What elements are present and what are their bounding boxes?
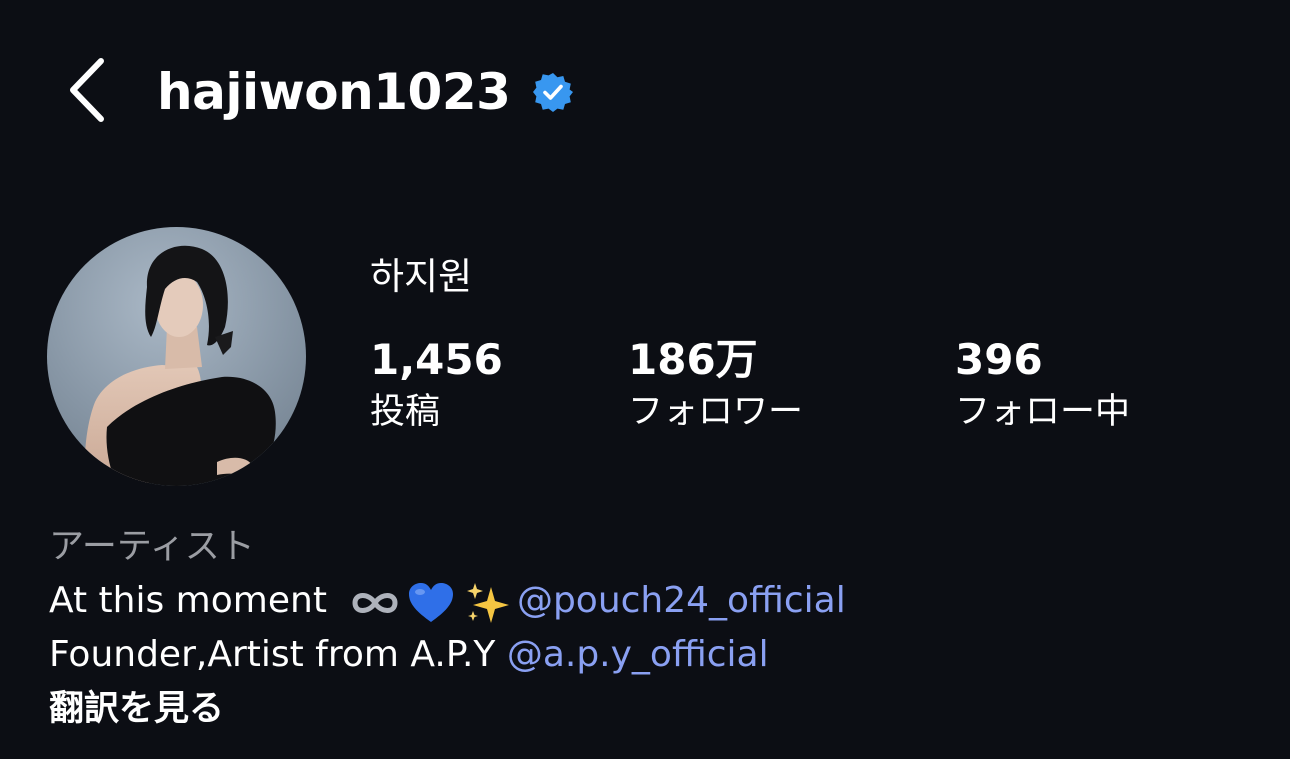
profile-display-name: 하지원: [370, 255, 473, 298]
mention-link-pouch[interactable]: @pouch24_official: [517, 580, 846, 621]
verified-badge-icon: [533, 73, 573, 112]
bio-emojis: [349, 578, 511, 626]
bio-line-1: At this moment @pouch24_official: [49, 577, 846, 626]
mention-link-apy[interactable]: @a.p.y_official: [507, 634, 769, 675]
blue-heart-icon: [408, 583, 453, 622]
sparkles-icon: [466, 583, 509, 623]
infinity-icon: [352, 593, 398, 613]
posts-label: 投稿: [370, 392, 441, 432]
following-count: 396: [955, 335, 1043, 384]
posts-count: 1,456: [370, 335, 503, 384]
posts-stat[interactable]: 1,456 投稿: [370, 334, 503, 436]
bio-text: At this moment: [49, 580, 327, 621]
see-translation-link[interactable]: 翻訳を見る: [49, 685, 224, 733]
following-label: フォロー中: [955, 392, 1131, 432]
back-button[interactable]: [52, 52, 122, 128]
followers-stat[interactable]: 186万 フォロワー: [628, 334, 803, 436]
profile-category: アーティスト: [49, 527, 255, 567]
following-stat[interactable]: 396 フォロー中: [955, 334, 1130, 436]
profile-avatar[interactable]: [47, 227, 306, 486]
bio-text: Founder,Artist from A.P.Y: [49, 634, 507, 675]
avatar-photo: [84, 245, 276, 486]
followers-label: フォロワー: [628, 392, 804, 432]
profile-screen: hajiwon1023 하지원 1,456 投稿 186万 フォロワー 396 …: [0, 0, 1290, 759]
profile-username: hajiwon1023: [157, 63, 511, 121]
followers-count: 186万: [628, 335, 758, 384]
chevron-left-icon: [70, 58, 104, 122]
bio-line-2: Founder,Artist from A.P.Y @a.p.y_officia…: [49, 631, 769, 679]
